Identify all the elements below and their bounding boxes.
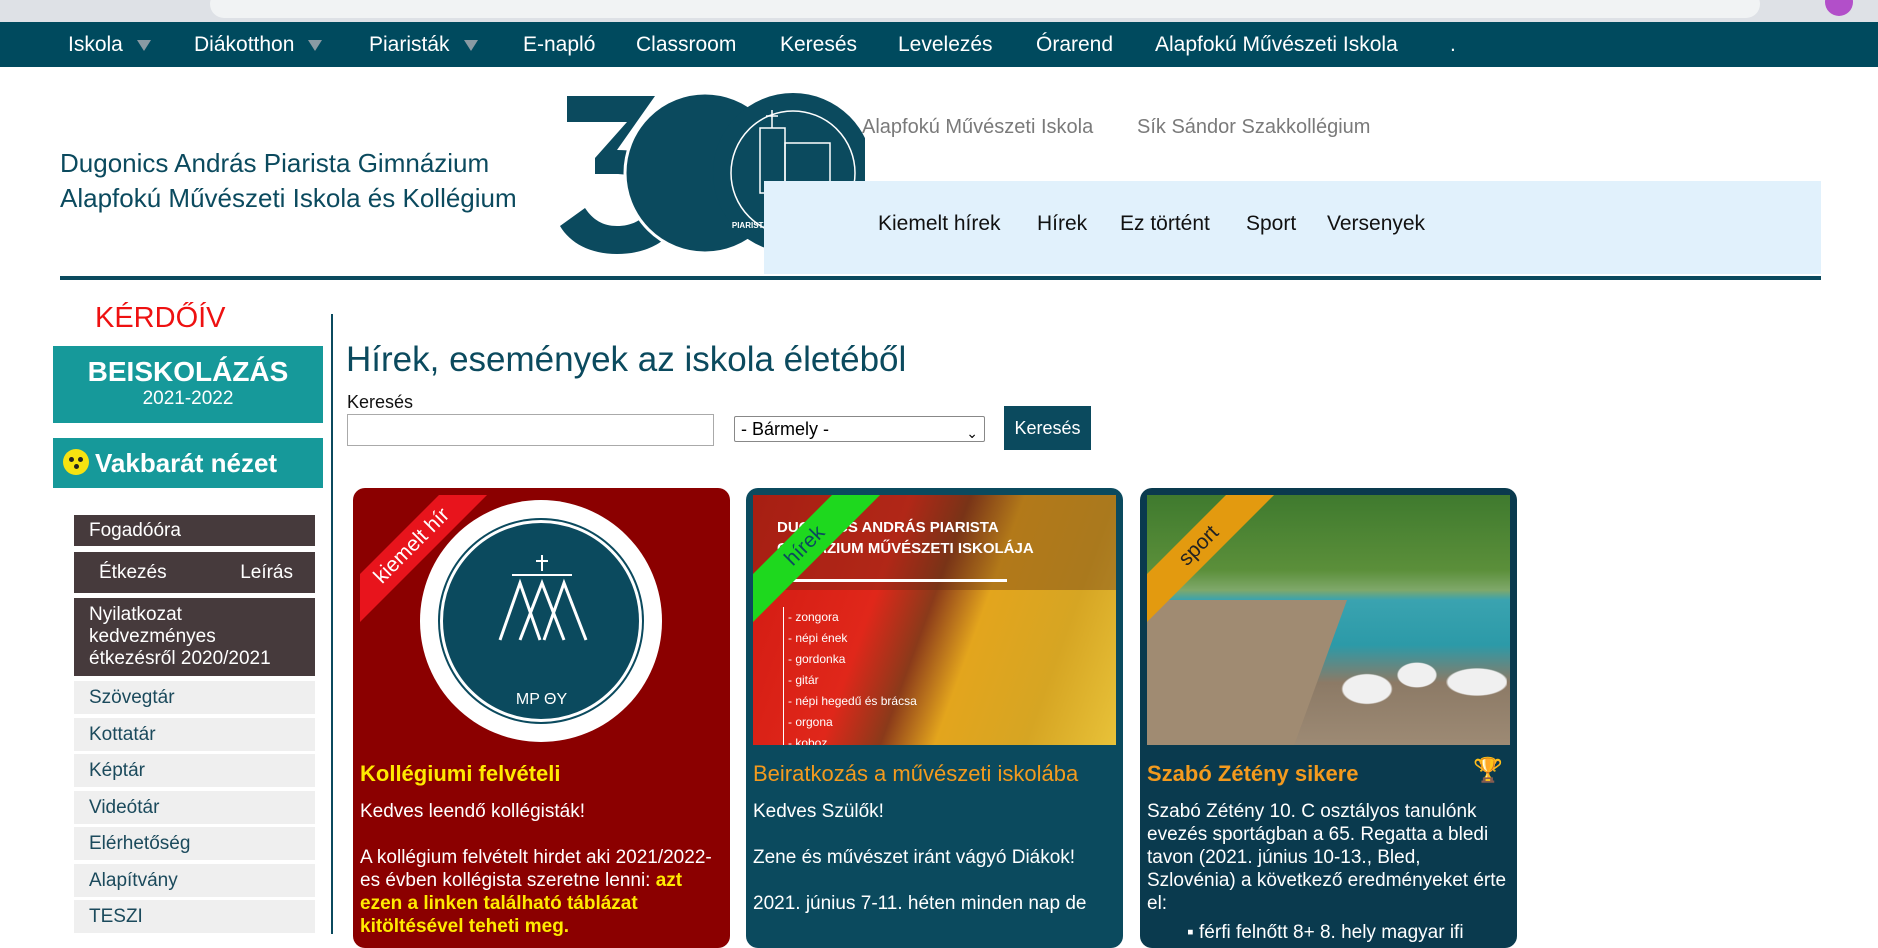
header-divider xyxy=(60,276,1821,280)
address-bar[interactable] xyxy=(210,0,1760,18)
nav-piaristak[interactable]: Piaristák xyxy=(369,22,478,67)
link-versenyek[interactable]: Versenyek xyxy=(1327,212,1425,236)
dropdown-arrow-icon xyxy=(463,39,478,51)
nav-enaplo[interactable]: E-napló xyxy=(523,22,595,67)
card-body-text: Szabó Zétény 10. C osztályos tanulónk ev… xyxy=(1147,801,1507,914)
enrollment-banner[interactable]: BEISKOLÁZÁS 2021-2022 xyxy=(53,346,323,423)
sidebar-item-videotar[interactable]: Videótár xyxy=(74,791,315,824)
nav-label: Piaristák xyxy=(369,33,450,56)
sidebar-item-etkezes[interactable]: Étkezés Leírás xyxy=(74,552,315,593)
card-image[interactable]: MP ΘY kiemelt hír xyxy=(360,495,723,745)
nav-diakotthon[interactable]: Diákotthon xyxy=(194,22,323,67)
link-ami[interactable]: Alapfokú Művészeti Iskola xyxy=(862,116,1093,139)
page-title: Hírek, események az iskola életéből xyxy=(346,340,907,379)
dropdown-arrow-icon xyxy=(136,39,151,51)
card-image[interactable]: sport xyxy=(1147,495,1510,745)
nav-label: Iskola xyxy=(68,33,123,56)
enrollment-years: 2021-2022 xyxy=(142,388,234,409)
etkezes-label: Étkezés xyxy=(99,562,167,583)
survey-link[interactable]: KÉRDŐÍV xyxy=(95,302,226,335)
search-button[interactable]: Keresés xyxy=(1004,406,1091,450)
sidebar-item-teszi[interactable]: TESZI xyxy=(74,900,315,933)
nav-ami[interactable]: Alapfokú Művészeti Iskola xyxy=(1155,22,1398,67)
news-card[interactable]: MP ΘY kiemelt hír Kollégiumi felvételi K… xyxy=(353,488,730,948)
nav-classroom[interactable]: Classroom xyxy=(636,22,736,67)
emblem-text: MP ΘY xyxy=(515,691,568,708)
site-title-line1: Dugonics András Piarista Gimnázium xyxy=(60,148,490,178)
sidebar-item-elerhetoseg[interactable]: Elérhetőség xyxy=(74,827,315,860)
card-body-list-item: ▪ férfi felnőtt 8+ 8. hely magyar ifi xyxy=(1187,922,1464,943)
link-hirek[interactable]: Hírek xyxy=(1037,212,1087,236)
nav-kereses[interactable]: Keresés xyxy=(780,22,857,67)
dropdown-arrow-icon xyxy=(308,39,323,51)
sidebar-item-fogadoora[interactable]: Fogadóóra xyxy=(74,515,315,546)
search-input[interactable] xyxy=(347,414,714,446)
card-image[interactable]: DUGONICS ANDRÁS PIARISTA GIMNÁZIUM MŰVÉS… xyxy=(753,495,1116,745)
card-body-greeting: Kedves Szülők! xyxy=(753,801,884,822)
link-kiemelt-hirek[interactable]: Kiemelt hírek xyxy=(878,212,1001,236)
card-body-text: A kollégium felvételt hirdet aki 2021/20… xyxy=(360,846,723,938)
nav-orarend[interactable]: Órarend xyxy=(1036,22,1113,67)
leiras-link[interactable]: Leírás xyxy=(240,552,293,593)
blind-symbol-icon xyxy=(63,449,89,476)
result-text: férfi felnőtt 8+ 8. hely magyar ifi xyxy=(1199,922,1464,943)
sidebar-item-nyilatkozat[interactable]: Nyilatkozat kedvezményes étkezésről 2020… xyxy=(74,598,315,676)
nav-dot[interactable]: . xyxy=(1450,22,1456,67)
card-body-greeting: Kedves leendő kollégisták! xyxy=(360,801,585,822)
search-label: Keresés xyxy=(347,392,414,412)
card-title[interactable]: Beiratkozás a művészeti iskolába xyxy=(753,759,1116,788)
enrollment-title: BEISKOLÁZÁS xyxy=(87,356,289,387)
accessibility-view-button[interactable]: Vakbarát nézet xyxy=(53,438,323,488)
chevron-down-icon: ⌄ xyxy=(966,425,978,441)
site-title[interactable]: Dugonics András Piarista Gimnázium Alapf… xyxy=(60,146,517,216)
card-body-text: 2021. június 7-11. héten minden nap de xyxy=(753,893,1087,914)
card-body-text: Zene és művészet iránt vágyó Diákok! xyxy=(753,847,1076,868)
piarist-emblem-icon xyxy=(498,555,588,641)
sidebar-item-keptar[interactable]: Képtár xyxy=(74,754,315,787)
sidebar-divider xyxy=(331,314,333,934)
card-title[interactable]: Kollégiumi felvételi xyxy=(360,759,723,788)
select-value: - Bármely - xyxy=(741,419,830,439)
link-sport[interactable]: Sport xyxy=(1246,212,1296,236)
trophy-icon: 🏆 xyxy=(1473,757,1503,784)
nav-iskola[interactable]: Iskola xyxy=(68,22,151,67)
nav-label: Diákotthon xyxy=(194,33,295,56)
accessibility-label: Vakbarát nézet xyxy=(95,448,278,478)
news-card[interactable]: DUGONICS ANDRÁS PIARISTA GIMNÁZIUM MŰVÉS… xyxy=(746,488,1123,948)
top-navigation: Iskola Diákotthon Piaristák E-napló Clas… xyxy=(0,22,1878,67)
link-ez-tortent[interactable]: Ez történt xyxy=(1120,212,1210,236)
sidebar-item-kottatar[interactable]: Kottatár xyxy=(74,718,315,751)
news-card[interactable]: sport Szabó Zétény sikere 🏆 Szabó Zétény… xyxy=(1140,488,1517,948)
link-szakkollegium[interactable]: Sík Sándor Szakkollégium xyxy=(1137,116,1370,139)
site-title-line2: Alapfokú Művészeti Iskola és Kollégium xyxy=(60,183,517,213)
card-title[interactable]: Szabó Zétény sikere xyxy=(1147,759,1510,788)
sidebar-item-szovegtar[interactable]: Szövegtár xyxy=(74,681,315,714)
instrument-list: - zongora - népi ének - gordonka - gitár - n… xyxy=(783,607,917,745)
nav-levelezes[interactable]: Levelezés xyxy=(898,22,993,67)
category-select[interactable]: - Bármely - ⌄ xyxy=(734,416,985,442)
sidebar-item-alapitvany[interactable]: Alapítvány xyxy=(74,864,315,897)
